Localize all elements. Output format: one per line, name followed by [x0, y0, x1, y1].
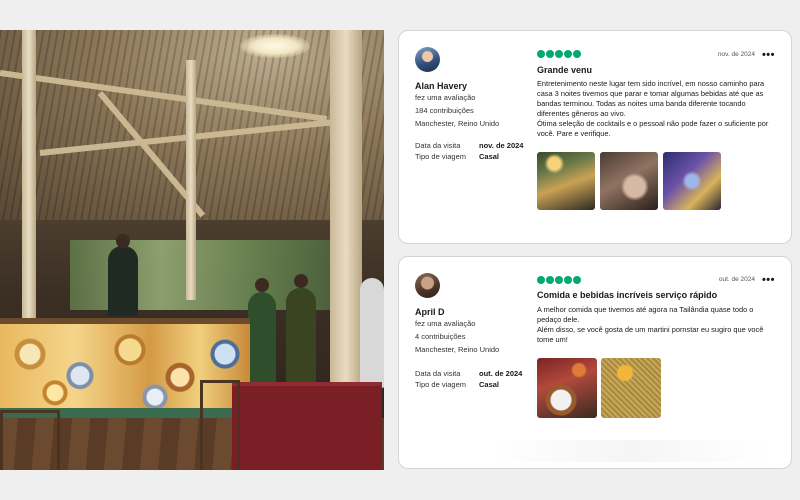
reviewer-name[interactable]: April D [415, 307, 445, 317]
reviewer-location: Manchester, Reino Unido [415, 119, 500, 128]
review-card: April D fez uma avaliação 4 contribuiçõe… [398, 256, 792, 469]
blurred-footer [490, 440, 770, 462]
review-action: fez uma avaliação [415, 93, 476, 102]
rating-bubble-icon [573, 276, 581, 284]
person [360, 278, 384, 388]
person [286, 288, 316, 384]
person-head [255, 278, 269, 292]
visit-date-value: out. de 2024 [479, 369, 523, 378]
review-photo[interactable] [663, 152, 721, 210]
rating-bubble-icon [555, 50, 563, 58]
rating-bubble-icon [537, 276, 545, 284]
review-body: A melhor comida que tivemos até agora na… [537, 305, 764, 344]
rating-bubble-icon [555, 276, 563, 284]
more-options-icon[interactable]: ••• [762, 50, 775, 61]
bamboo-pole [22, 30, 36, 330]
wooden-chair [200, 380, 240, 470]
more-options-icon[interactable]: ••• [762, 275, 775, 286]
review-photo[interactable] [537, 358, 597, 418]
person-head [294, 274, 308, 288]
review-photo[interactable] [600, 152, 658, 210]
contributions-count: 4 contribuições [415, 332, 466, 341]
review-body: Entretenimento neste lugar tem sido incr… [537, 79, 769, 138]
reviewer-name[interactable]: Alan Havery [415, 81, 467, 91]
review-card: Alan Havery fez uma avaliação 184 contri… [398, 30, 792, 244]
trip-type-label: Tipo de viagem [415, 380, 466, 389]
rating-bubbles [537, 50, 581, 58]
review-photo[interactable] [537, 152, 595, 210]
person [108, 246, 138, 316]
rating-bubble-icon [546, 276, 554, 284]
venue-photo [0, 30, 384, 470]
avatar[interactable] [415, 273, 440, 298]
avatar[interactable] [415, 47, 440, 72]
red-table [232, 382, 382, 470]
trip-type-label: Tipo de viagem [415, 152, 466, 161]
visit-date-label: Data da visita [415, 141, 461, 150]
review-photo[interactable] [601, 358, 661, 418]
bamboo-pole [186, 60, 196, 300]
visit-date-label: Data da visita [415, 369, 461, 378]
reviewer-location: Manchester, Reino Unido [415, 345, 500, 354]
rating-bubble-icon [546, 50, 554, 58]
person-head [116, 234, 130, 248]
review-action: fez uma avaliação [415, 319, 476, 328]
rating-bubbles [537, 276, 581, 284]
review-date: out. de 2024 [718, 276, 755, 283]
rating-bubble-icon [564, 276, 572, 284]
review-title[interactable]: Grande venu [537, 65, 592, 75]
rating-bubble-icon [564, 50, 572, 58]
trip-type-value: Casal [479, 152, 500, 161]
rating-bubble-icon [573, 50, 581, 58]
ceiling-lamp [240, 34, 310, 58]
rating-bubble-icon [537, 50, 545, 58]
contributions-count: 184 contribuições [415, 106, 474, 115]
visit-date-value: nov. de 2024 [479, 141, 524, 150]
review-date: nov. de 2024 [717, 51, 755, 58]
trip-type-value: Casal [479, 380, 500, 389]
wooden-chair [0, 410, 60, 470]
review-title[interactable]: Comida e bebidas incríveis serviço rápid… [537, 290, 717, 300]
person [248, 292, 276, 392]
